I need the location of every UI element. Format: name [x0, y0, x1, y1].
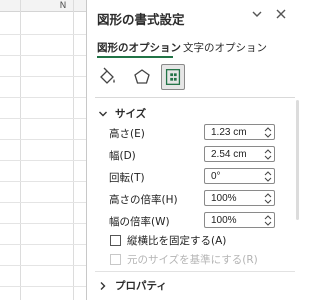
rotation-label: 回転(T) [109, 172, 145, 184]
grid-line [0, 55, 86, 56]
width-label: 幅(D) [109, 150, 136, 162]
height-value: 1.23 cm [211, 127, 247, 138]
chevron-right-icon [100, 281, 106, 290]
scale-width-input[interactable]: 100% [204, 212, 275, 228]
spinner-icon[interactable] [264, 214, 272, 227]
scale-height-input[interactable]: 100% [204, 190, 275, 206]
chevron-down-icon[interactable] [249, 6, 265, 22]
spinner-icon[interactable] [264, 148, 272, 161]
close-icon[interactable] [273, 6, 289, 22]
lock-aspect-checkbox[interactable] [110, 235, 121, 246]
scale-width-label: 幅の倍率(W) [109, 216, 170, 228]
relative-original-label: 元のサイズを基準にする(R) [127, 254, 258, 266]
grid-line [0, 223, 86, 224]
grid-line [0, 181, 86, 182]
spinner-icon[interactable] [264, 126, 272, 139]
spinner-icon[interactable] [264, 170, 272, 183]
grid-line [0, 160, 86, 161]
tab-text-options[interactable]: 文字のオプション [183, 40, 267, 55]
relative-original-checkbox [110, 254, 121, 265]
rotation-input[interactable]: 0° [204, 168, 275, 184]
grid-line [0, 202, 86, 203]
grid-line [0, 118, 86, 119]
scale-width-value: 100% [211, 215, 237, 226]
lock-aspect-label[interactable]: 縦横比を固定する(A) [127, 233, 226, 248]
tab-shape-options[interactable]: 図形のオプション [97, 40, 181, 55]
fill-line-icon[interactable] [96, 66, 118, 88]
grid-line [0, 244, 86, 245]
properties-section-label: プロパティ [115, 280, 167, 292]
scale-height-value: 100% [211, 193, 237, 204]
properties-section-header[interactable]: プロパティ [97, 278, 167, 293]
rotation-value: 0° [211, 171, 221, 182]
size-section-header[interactable]: サイズ [97, 106, 146, 121]
grid-line [0, 139, 86, 140]
grid-line [0, 97, 86, 98]
height-label: 高さ(E) [109, 128, 145, 140]
format-shape-pane: 図形の書式設定 図形のオプション 文字のオプション サイズ 高さ(E) 1.23… [86, 0, 300, 300]
grid-line [0, 34, 86, 35]
scale-height-label: 高さの倍率(H) [109, 194, 178, 206]
width-input[interactable]: 2.54 cm [204, 146, 275, 162]
grid-line [0, 265, 86, 266]
pane-title: 図形の書式設定 [97, 12, 185, 27]
section-divider [95, 271, 295, 272]
chevron-down-icon [99, 111, 107, 116]
section-divider [95, 97, 295, 98]
height-input[interactable]: 1.23 cm [204, 124, 275, 140]
spreadsheet-area[interactable]: N [0, 0, 86, 300]
grid-line [73, 0, 74, 300]
grid-line [0, 76, 86, 77]
effects-icon[interactable] [131, 66, 153, 88]
active-tab-indicator [97, 56, 173, 58]
size-section-label: サイズ [115, 108, 147, 120]
size-properties-icon[interactable] [161, 64, 185, 90]
grid-line [0, 286, 86, 287]
width-value: 2.54 cm [211, 149, 247, 160]
column-header-n[interactable]: N [54, 0, 72, 12]
pane-scrollbar[interactable] [296, 100, 299, 220]
grid-line [20, 0, 21, 300]
spinner-icon[interactable] [264, 192, 272, 205]
